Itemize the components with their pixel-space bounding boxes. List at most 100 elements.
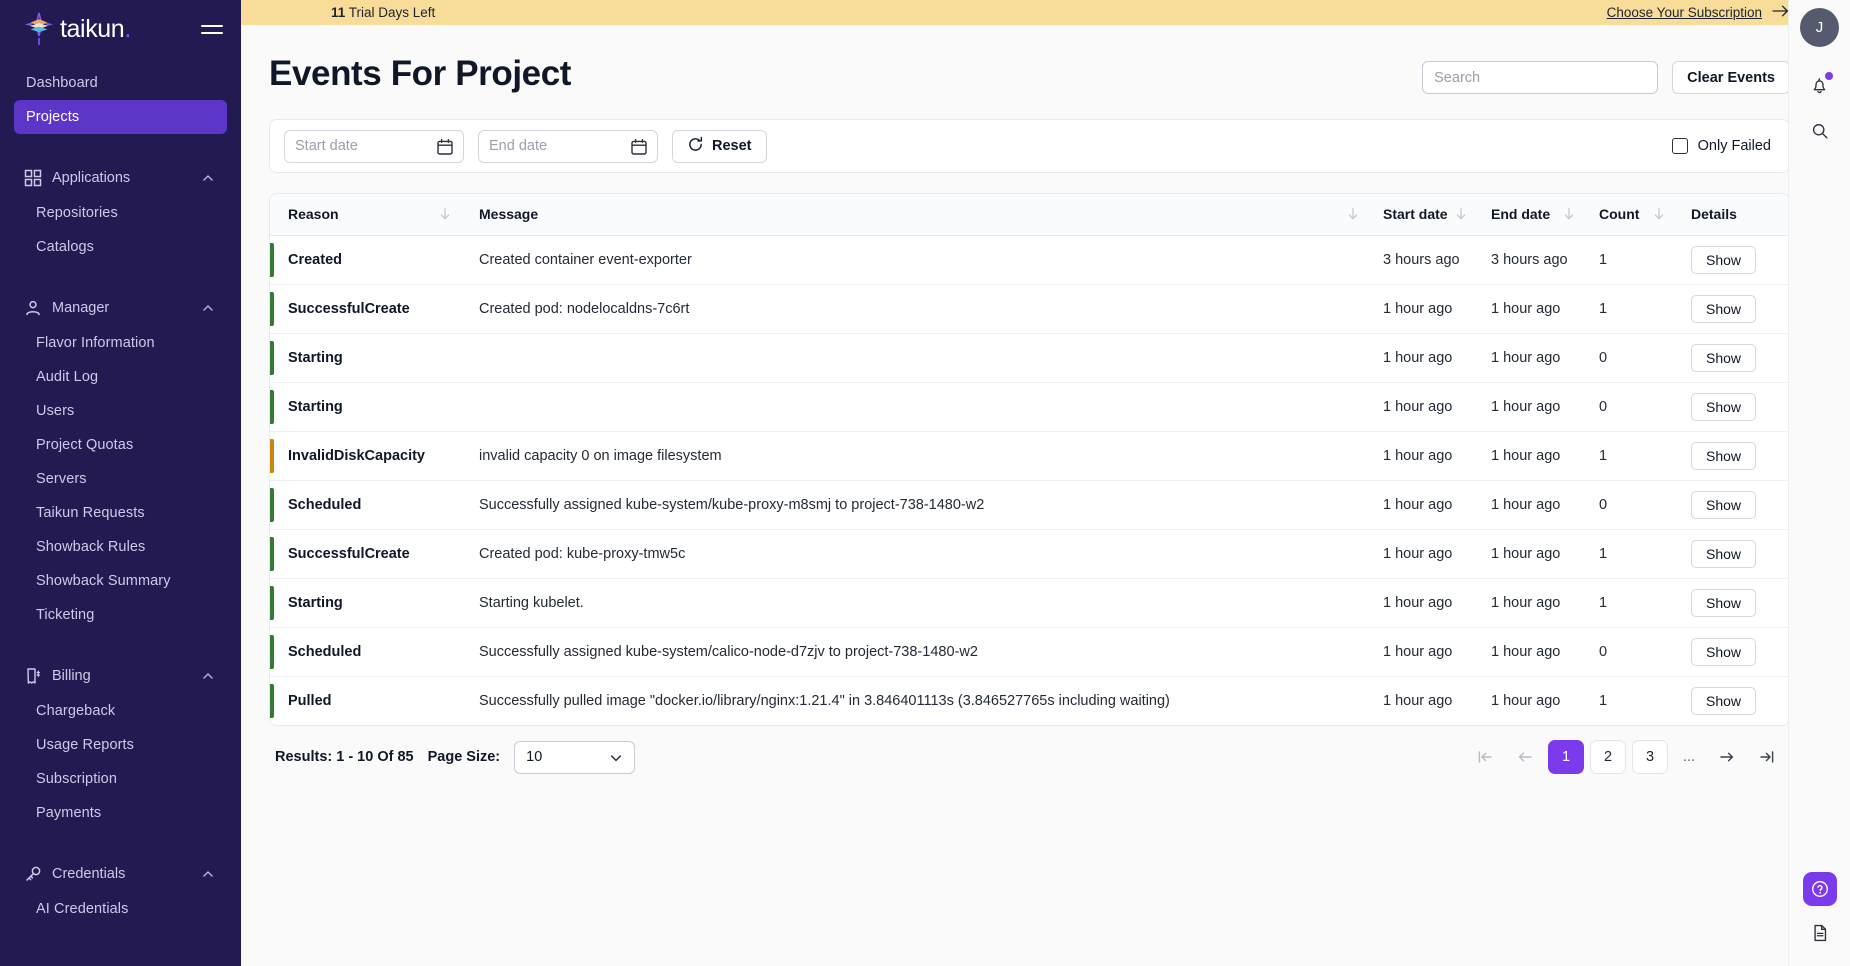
cell-count: 0 xyxy=(1589,627,1679,676)
search-button[interactable] xyxy=(1800,111,1840,151)
page-size-select[interactable]: 10 xyxy=(514,740,636,774)
show-details-button[interactable]: Show xyxy=(1691,294,1757,323)
sidebar-item-catalogs[interactable]: Catalogs xyxy=(14,230,227,264)
sort-arrow-icon[interactable] xyxy=(437,206,453,222)
pagination-left: Results: 1 - 10 Of 85 Page Size: 10 xyxy=(275,740,636,774)
cell-reason: SuccessfulCreate xyxy=(270,284,465,333)
sidebar-item-flavor-information[interactable]: Flavor Information xyxy=(14,326,227,360)
start-date-field[interactable]: Start date xyxy=(284,129,464,163)
table-row: Starting 1 hour ago 1 hour ago 0 Show xyxy=(270,382,1789,431)
cell-reason: Scheduled xyxy=(270,627,465,676)
message-text: invalid capacity 0 on image filesystem xyxy=(479,447,722,464)
sidebar-header: taikun. xyxy=(0,0,241,58)
sidebar-item-taikun-requests[interactable]: Taikun Requests xyxy=(14,496,227,530)
refresh-icon xyxy=(687,136,704,157)
calendar-icon[interactable] xyxy=(436,138,454,156)
sidebar-item-showback-summary[interactable]: Showback Summary xyxy=(14,564,227,598)
status-indicator xyxy=(270,340,274,375)
sort-arrow-icon[interactable] xyxy=(1453,206,1469,222)
sidebar-item-servers[interactable]: Servers xyxy=(14,462,227,496)
only-failed-checkbox[interactable] xyxy=(1671,138,1688,154)
sidebar-group-applications[interactable]: Applications xyxy=(14,160,227,196)
sidebar-item-ticketing[interactable]: Ticketing xyxy=(14,598,227,632)
prev-page-button[interactable] xyxy=(1508,740,1542,774)
message-text: Created container event-exporter xyxy=(479,251,692,268)
cell-reason: Scheduled xyxy=(270,480,465,529)
column-header-reason[interactable]: Reason xyxy=(270,194,465,236)
sidebar-group-manager[interactable]: Manager xyxy=(14,290,227,326)
page-button-2[interactable]: 2 xyxy=(1590,740,1626,774)
sidebar-item-ai-credentials[interactable]: AI Credentials xyxy=(14,892,227,926)
column-header-message[interactable]: Message xyxy=(465,194,1373,236)
grid-icon xyxy=(24,169,42,187)
calendar-icon[interactable] xyxy=(630,138,648,156)
sidebar-item-usage-reports[interactable]: Usage Reports xyxy=(14,728,227,762)
sidebar-item-audit-log[interactable]: Audit Log xyxy=(14,360,227,394)
table-row: SuccessfulCreate Created pod: kube-proxy-… xyxy=(270,529,1789,578)
trial-banner: 11 Trial Days Left Choose Your Subscript… xyxy=(241,0,1850,25)
brand-logo[interactable]: taikun. xyxy=(22,12,131,46)
start-date-text: 3 hours ago xyxy=(1383,251,1460,268)
sort-arrow-icon[interactable] xyxy=(1651,206,1667,222)
clear-events-button[interactable]: Clear Events xyxy=(1672,61,1790,94)
choose-subscription-label: Choose Your Subscription xyxy=(1606,5,1762,20)
sidebar-item-chargeback[interactable]: Chargeback xyxy=(14,694,227,728)
next-page-button[interactable] xyxy=(1710,740,1744,774)
filter-bar: Start date End date Reset Only Failed xyxy=(270,120,1789,172)
sidebar-item-dashboard[interactable]: Dashboard xyxy=(14,66,227,100)
cell-count: 1 xyxy=(1589,529,1679,578)
count-text: 1 xyxy=(1599,447,1608,464)
show-details-button[interactable]: Show xyxy=(1691,245,1757,274)
sidebar-item-projects[interactable]: Projects xyxy=(14,100,227,134)
search-input[interactable] xyxy=(1422,61,1659,94)
sort-arrow-icon[interactable] xyxy=(1345,206,1361,222)
show-details-button[interactable]: Show xyxy=(1691,588,1757,617)
status-indicator xyxy=(270,487,274,522)
sidebar-group-billing[interactable]: Billing xyxy=(14,658,227,694)
show-details-button[interactable]: Show xyxy=(1691,637,1757,666)
sidebar-toggle-button[interactable] xyxy=(201,18,223,40)
events-table: Reason Message Start date End date Count… xyxy=(270,194,1789,725)
show-details-button[interactable]: Show xyxy=(1691,441,1757,470)
choose-subscription-link[interactable]: Choose Your Subscription xyxy=(1607,4,1790,21)
page-body: Events For Project Clear Events Start da… xyxy=(241,25,1850,774)
status-indicator xyxy=(270,438,274,473)
cell-details: Show xyxy=(1679,578,1789,627)
column-header-count[interactable]: Count xyxy=(1589,194,1679,236)
sidebar: taikun. Dashboard Projects Applications xyxy=(0,0,241,966)
sidebar-group-label: Billing xyxy=(52,668,91,684)
sidebar-item-payments[interactable]: Payments xyxy=(14,796,227,830)
help-button[interactable] xyxy=(1802,872,1837,906)
first-page-button[interactable] xyxy=(1468,740,1502,774)
column-header-end-date[interactable]: End date xyxy=(1481,194,1589,236)
notifications-button[interactable] xyxy=(1800,65,1840,105)
avatar[interactable]: J xyxy=(1800,8,1839,47)
sidebar-item-project-quotas[interactable]: Project Quotas xyxy=(14,428,227,462)
last-page-button[interactable] xyxy=(1750,740,1784,774)
sidebar-item-users[interactable]: Users xyxy=(14,394,227,428)
cell-reason: Starting xyxy=(270,578,465,627)
cell-message: Created container event-exporter xyxy=(465,235,1373,284)
sidebar-item-repositories[interactable]: Repositories xyxy=(14,196,227,230)
show-details-button[interactable]: Show xyxy=(1691,490,1757,519)
documentation-button[interactable] xyxy=(1803,916,1837,950)
end-date-text: 1 hour ago xyxy=(1491,692,1561,709)
sidebar-group-credentials[interactable]: Credentials xyxy=(14,856,227,892)
sidebar-item-showback-rules[interactable]: Showback Rules xyxy=(14,530,227,564)
end-date-field[interactable]: End date xyxy=(478,129,658,163)
sort-arrow-icon[interactable] xyxy=(1561,206,1577,222)
show-details-button[interactable]: Show xyxy=(1691,686,1757,715)
show-details-button[interactable]: Show xyxy=(1691,539,1757,568)
cell-start-date: 1 hour ago xyxy=(1373,529,1481,578)
filter-card: Start date End date Reset Only Failed xyxy=(269,119,1790,173)
reset-button[interactable]: Reset xyxy=(672,129,767,163)
only-failed-toggle[interactable]: Only Failed xyxy=(1671,138,1775,154)
cell-message xyxy=(465,333,1373,382)
show-details-button[interactable]: Show xyxy=(1691,343,1757,372)
page-button-1[interactable]: 1 xyxy=(1548,740,1584,774)
sidebar-item-subscription[interactable]: Subscription xyxy=(14,762,227,796)
cell-message: Successfully pulled image "docker.io/lib… xyxy=(465,676,1373,725)
show-details-button[interactable]: Show xyxy=(1691,392,1757,421)
column-header-start-date[interactable]: Start date xyxy=(1373,194,1481,236)
page-button-3[interactable]: 3 xyxy=(1632,740,1668,774)
